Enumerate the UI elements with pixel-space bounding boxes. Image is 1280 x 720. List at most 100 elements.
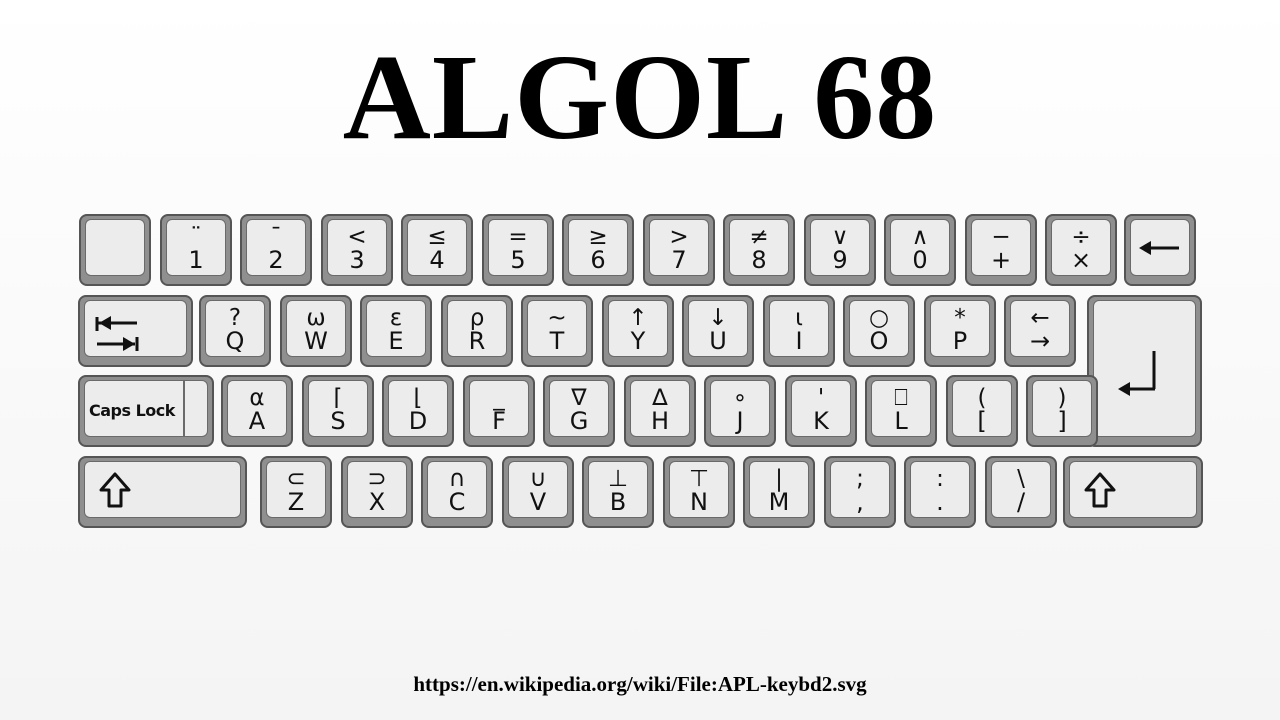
key-lower-symbol: 4 [429, 246, 445, 274]
key-row2-1: ? Q [199, 295, 271, 367]
key-row2-6: ↑ Y [602, 295, 674, 367]
key-face: ⊤ N [669, 461, 729, 518]
key-lower-symbol: 1 [188, 246, 204, 274]
tab-arrows-icon [95, 316, 139, 351]
key-face: :. [910, 461, 970, 518]
key-face: εE [366, 300, 426, 357]
key-face: ← → [1010, 300, 1070, 357]
key-row4-5: ⊥ B [582, 456, 654, 528]
key-face: * P [930, 300, 990, 357]
key-row2-2: ωW [280, 295, 352, 367]
key-lower-symbol: B [609, 488, 627, 516]
shift-arrow-icon [99, 472, 131, 508]
key-face: | M [749, 461, 809, 518]
key-row1-2: ¨ 1 [160, 214, 232, 286]
key-lower-symbol: K [813, 407, 829, 435]
key-lower-symbol: N [690, 488, 708, 516]
key-face: ¯ 2 [246, 219, 306, 276]
key-lower-symbol: E [388, 327, 404, 355]
key-face: ○ O [849, 300, 909, 357]
key-row1-3: ¯ 2 [240, 214, 312, 286]
key-face: ∩ C [427, 461, 487, 518]
key-lower-symbol: T [549, 327, 565, 355]
key-lower-symbol: P [952, 327, 968, 355]
key-lower-symbol: 8 [751, 246, 767, 274]
key-face: ≥6 [568, 219, 628, 276]
key-face: ⌈ S [308, 380, 368, 437]
key-face: ⌊ D [388, 380, 448, 437]
right-shift-key [1063, 456, 1203, 528]
key-lower-symbol: 9 [832, 246, 848, 274]
key-lower-symbol: 2 [268, 246, 284, 274]
key-lower-symbol: I [795, 327, 803, 355]
key-lower-symbol: O [869, 327, 889, 355]
key-row4-1: ⊂ Z [260, 456, 332, 528]
key-lower-symbol: Z [287, 488, 305, 516]
apl-keyboard-diagram: Caps Lock ¨ 1 ¯ 2 <3 ≤4 = 5 ≥6 >7 ≠ 8 ∨ 9 ∧ 0 − + ÷ × ? Q ω W ε E… [0, 0, 1280, 720]
key-face: ÷ × [1051, 219, 1111, 276]
key-row2-11: ← → [1004, 295, 1076, 367]
key-face: ∘ J [710, 380, 770, 437]
key-lower-symbol: U [709, 327, 727, 355]
backspace-arrow-icon [1139, 241, 1179, 255]
key-row2-8: ιI [763, 295, 835, 367]
key-lower-symbol: 3 [349, 246, 365, 274]
key-row4-4: ∪ V [502, 456, 574, 528]
key-row1-5: ≤4 [401, 214, 473, 286]
key-row4-3: ∩ C [421, 456, 493, 528]
key-face: ⊂ Z [266, 461, 326, 518]
key-face: ;, [830, 461, 890, 518]
key-row3-11: )] [1026, 375, 1098, 447]
caps-lock-label: Caps Lock [89, 401, 175, 420]
key-face: ≤4 [407, 219, 467, 276]
enter-arrow-icon [1118, 351, 1156, 396]
key-face [85, 219, 145, 276]
key-lower-symbol: 0 [912, 246, 928, 274]
shift-arrow-icon [1084, 472, 1116, 508]
key-face: <3 [327, 219, 387, 276]
key-face: ιI [769, 300, 829, 357]
key-lower-symbol: 5 [510, 246, 526, 274]
key-lower-symbol: A [248, 407, 266, 435]
key-row1-12: − + [965, 214, 1037, 286]
key-face: _ F [469, 380, 529, 437]
key-row3-5: ∇ G [543, 375, 615, 447]
key-row1-11: ∧ 0 [884, 214, 956, 286]
key-lower-symbol: F [492, 407, 506, 435]
key-lower-symbol: / [1016, 488, 1026, 516]
key-row4-6: ⊤ N [663, 456, 735, 528]
key-lower-symbol: , [856, 488, 864, 516]
key-lower-symbol: × [1070, 246, 1092, 274]
key-face: ([ [952, 380, 1012, 437]
key-row3-7: ∘ J [704, 375, 776, 447]
key-row1-8: >7 [643, 214, 715, 286]
key-row3-10: ([ [946, 375, 1018, 447]
enter-key [1087, 295, 1202, 447]
key-row4-10: \ / [985, 456, 1057, 528]
key-row3-9: ⎕ L [865, 375, 937, 447]
key-face: ∆ H [630, 380, 690, 437]
key-row4-8: ;, [824, 456, 896, 528]
key-row2-4: ρR [441, 295, 513, 367]
key-lower-symbol: H [650, 407, 670, 435]
key-lower-symbol: Q [225, 327, 245, 355]
key-row4-7: | M [743, 456, 815, 528]
key-row3-6: ∆ H [624, 375, 696, 447]
key-lower-symbol: S [330, 407, 346, 435]
key-row4-2: ⊃ X [341, 456, 413, 528]
key-lower-symbol: [ [977, 407, 987, 435]
key-lower-symbol: ] [1057, 407, 1067, 435]
tab-key [78, 295, 193, 367]
key-lower-symbol: 7 [671, 246, 687, 274]
backspace-key [1124, 214, 1196, 286]
key-lower-symbol: L [894, 407, 908, 435]
key-face: ? Q [205, 300, 265, 357]
key-face: ⊃ X [347, 461, 407, 518]
key-face: ⊥ B [588, 461, 648, 518]
blank-key [79, 214, 151, 286]
key-face: − + [971, 219, 1031, 276]
key-lower-symbol: M [768, 488, 790, 516]
key-row3-3: ⌊ D [382, 375, 454, 447]
caps-lock-divider [183, 381, 185, 436]
key-lower-symbol: → [1029, 327, 1051, 355]
